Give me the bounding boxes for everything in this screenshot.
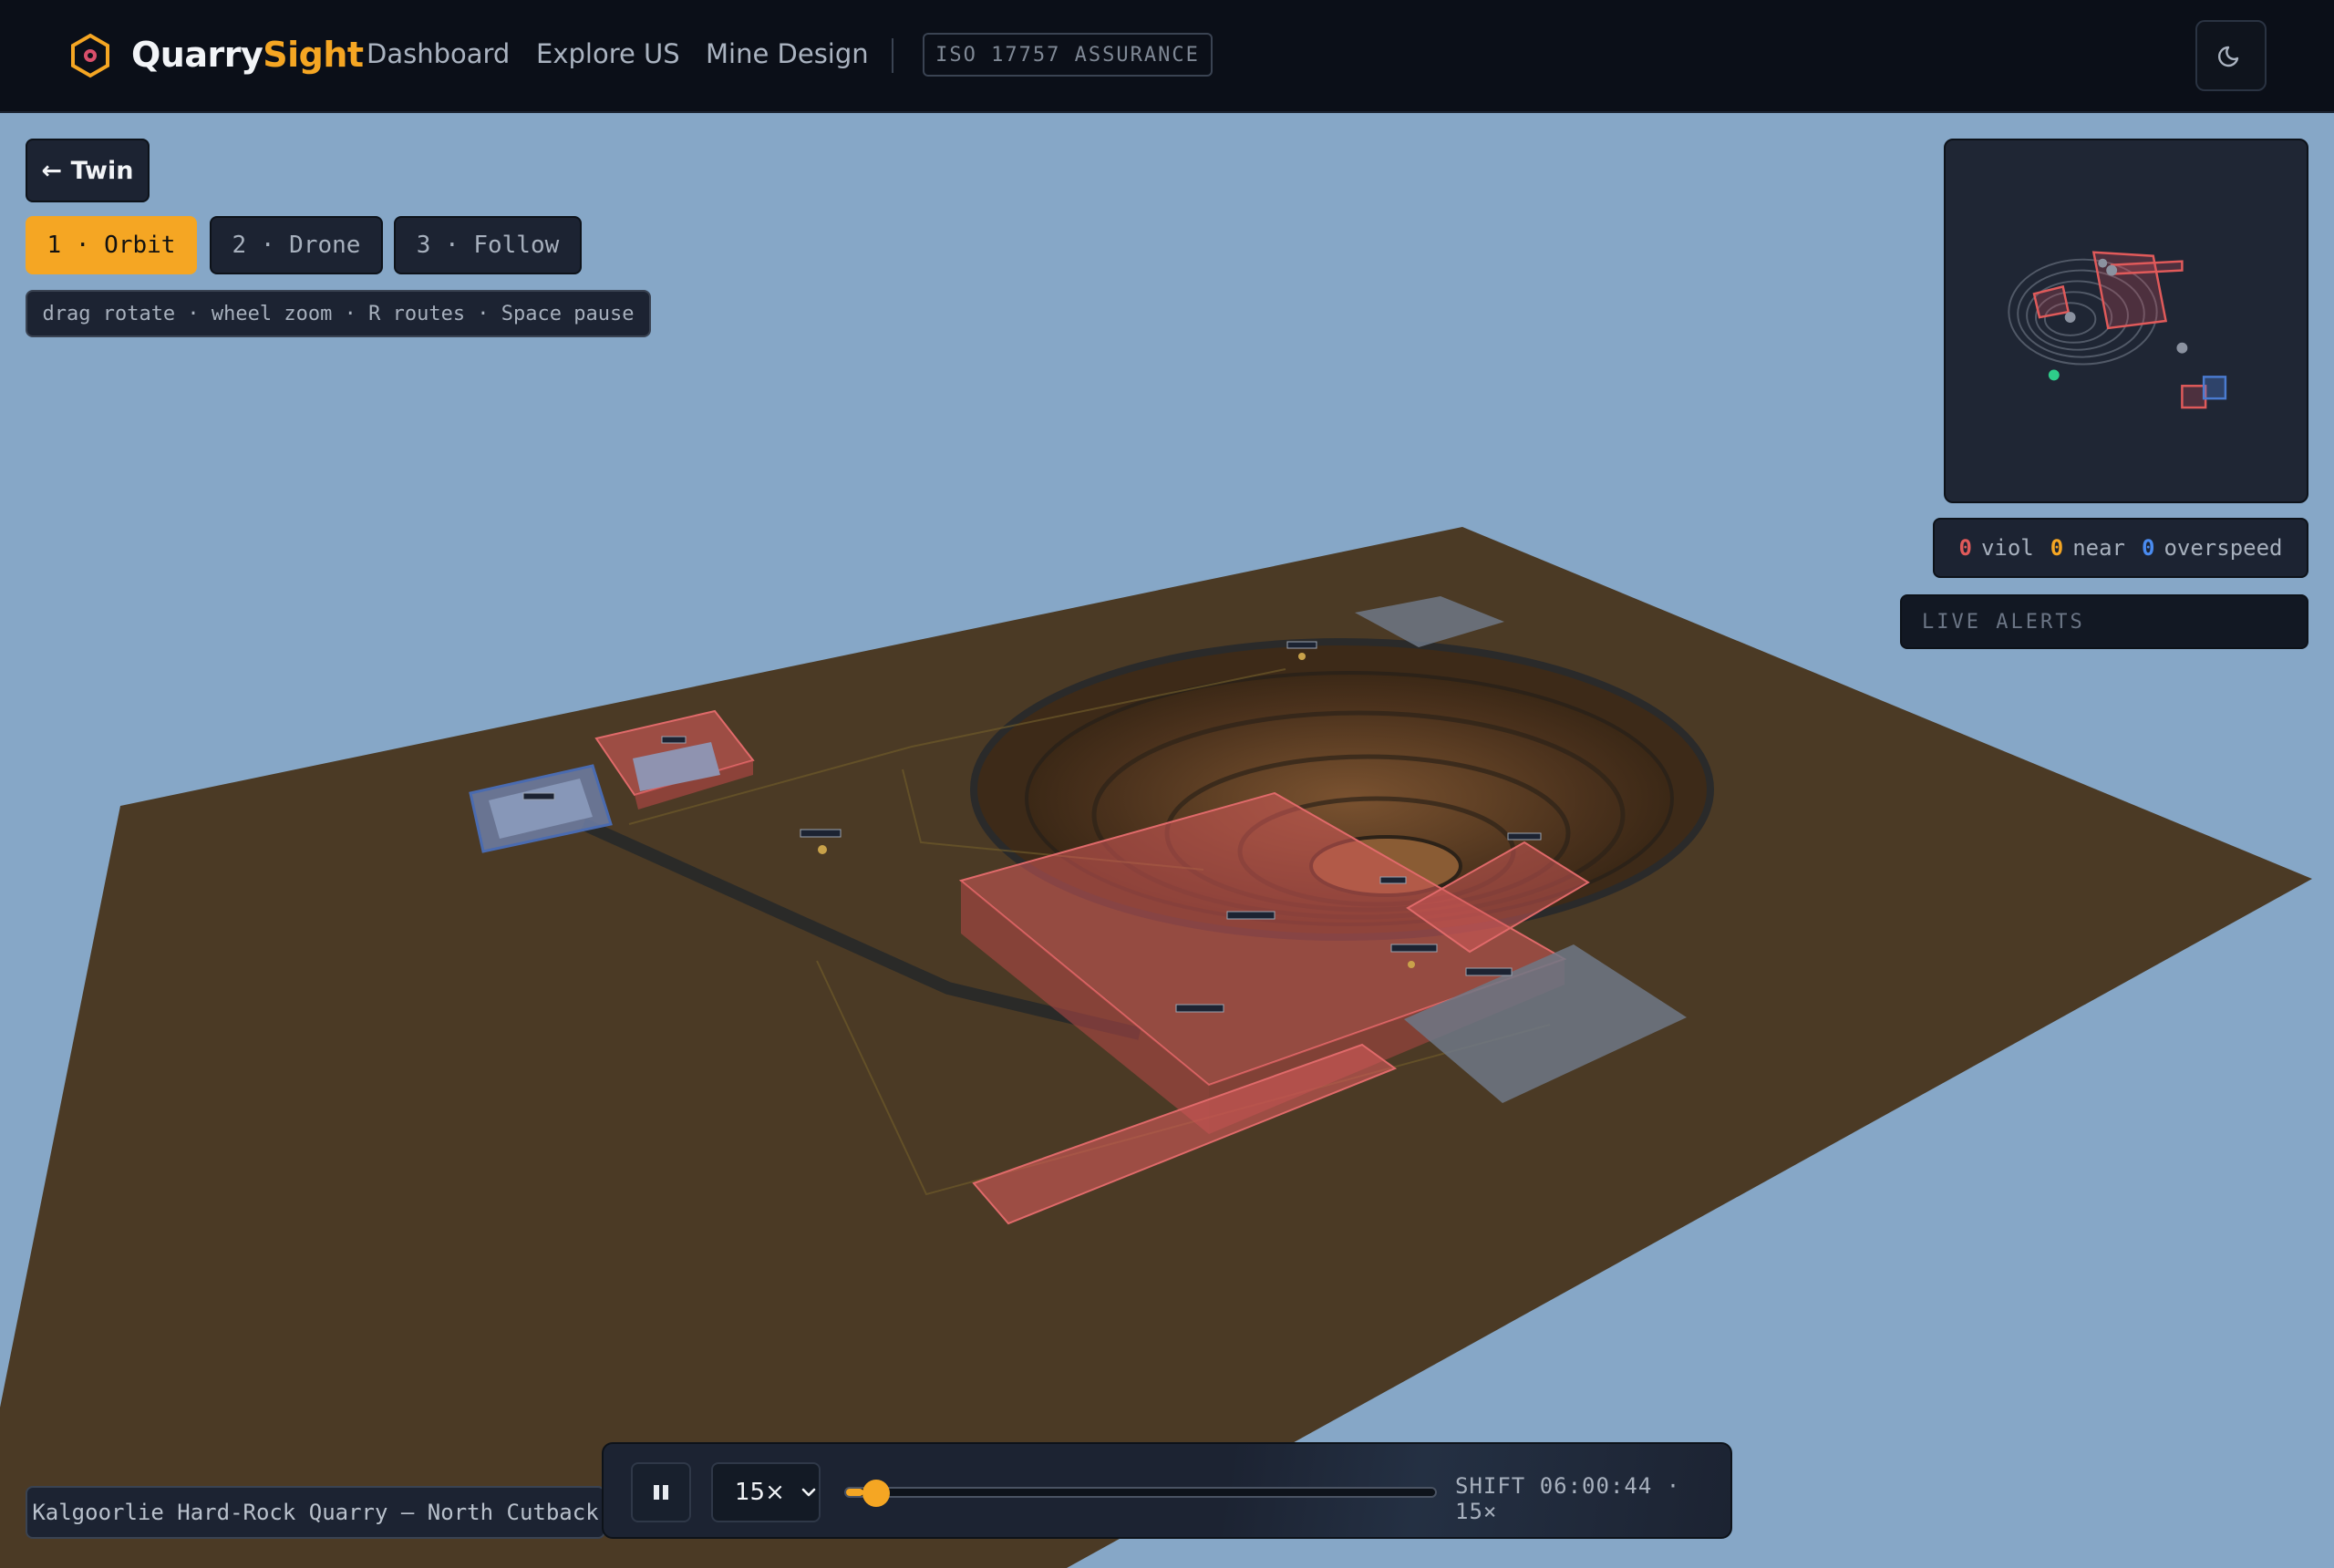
chevron-down-icon bbox=[801, 1488, 816, 1497]
top-navbar: QuarrySight Dashboard Explore US Mine De… bbox=[0, 0, 2334, 113]
violation-label: viol bbox=[1980, 535, 2034, 561]
brand-main: Quarry bbox=[131, 35, 263, 75]
mode-follow-button[interactable]: 3 · Follow bbox=[394, 216, 582, 274]
location-label: Kalgoorlie Hard-Rock Quarry — North Cutb… bbox=[26, 1486, 605, 1539]
nav-link-mine-design[interactable]: Mine Design bbox=[706, 38, 869, 69]
timeline-slider-track[interactable] bbox=[844, 1487, 1437, 1498]
brand-wordmark[interactable]: QuarrySight bbox=[131, 35, 364, 75]
nav-separator bbox=[892, 38, 893, 73]
theme-toggle-button[interactable] bbox=[2195, 20, 2267, 91]
overspeed-label: overspeed bbox=[2164, 535, 2283, 561]
controls-hint: drag rotate · wheel zoom · R routes · Sp… bbox=[26, 290, 651, 337]
near-miss-count: 0 bbox=[2050, 535, 2064, 561]
live-alerts-panel: LIVE ALERTS bbox=[1900, 594, 2308, 649]
iso-assurance-badge: ISO 17757 ASSURANCE bbox=[923, 33, 1213, 77]
mode-orbit-button[interactable]: 1 · Orbit bbox=[26, 216, 197, 274]
speed-value: 15× bbox=[735, 1479, 785, 1506]
near-miss-label: near bbox=[2072, 535, 2125, 561]
minimap[interactable] bbox=[1944, 139, 2308, 503]
overspeed-count: 0 bbox=[2142, 535, 2155, 561]
playback-bar: 15× SHIFT 06:00:44 · 15× bbox=[602, 1442, 1732, 1539]
alert-counters: 0 viol 0 near 0 overspeed bbox=[1933, 518, 2308, 578]
speed-select[interactable]: 15× bbox=[711, 1462, 821, 1522]
pause-icon bbox=[654, 1485, 668, 1500]
brand-accent: Sight bbox=[263, 35, 364, 75]
timeline-slider-thumb[interactable] bbox=[862, 1480, 890, 1507]
minimap-canvas bbox=[2008, 251, 2227, 409]
violation-count: 0 bbox=[1958, 535, 1972, 561]
moon-icon bbox=[2218, 46, 2239, 67]
hexagon-logo-icon bbox=[71, 33, 109, 78]
back-to-twin-button[interactable]: ← Twin bbox=[26, 139, 150, 202]
timeline-slider-fill bbox=[846, 1489, 864, 1496]
shift-clock: SHIFT 06:00:44 · 15× bbox=[1455, 1473, 1681, 1524]
pause-button[interactable] bbox=[631, 1462, 691, 1522]
nav-link-dashboard[interactable]: Dashboard bbox=[367, 38, 510, 69]
nav-link-explore-us[interactable]: Explore US bbox=[536, 38, 680, 69]
mode-drone-button[interactable]: 2 · Drone bbox=[210, 216, 383, 274]
